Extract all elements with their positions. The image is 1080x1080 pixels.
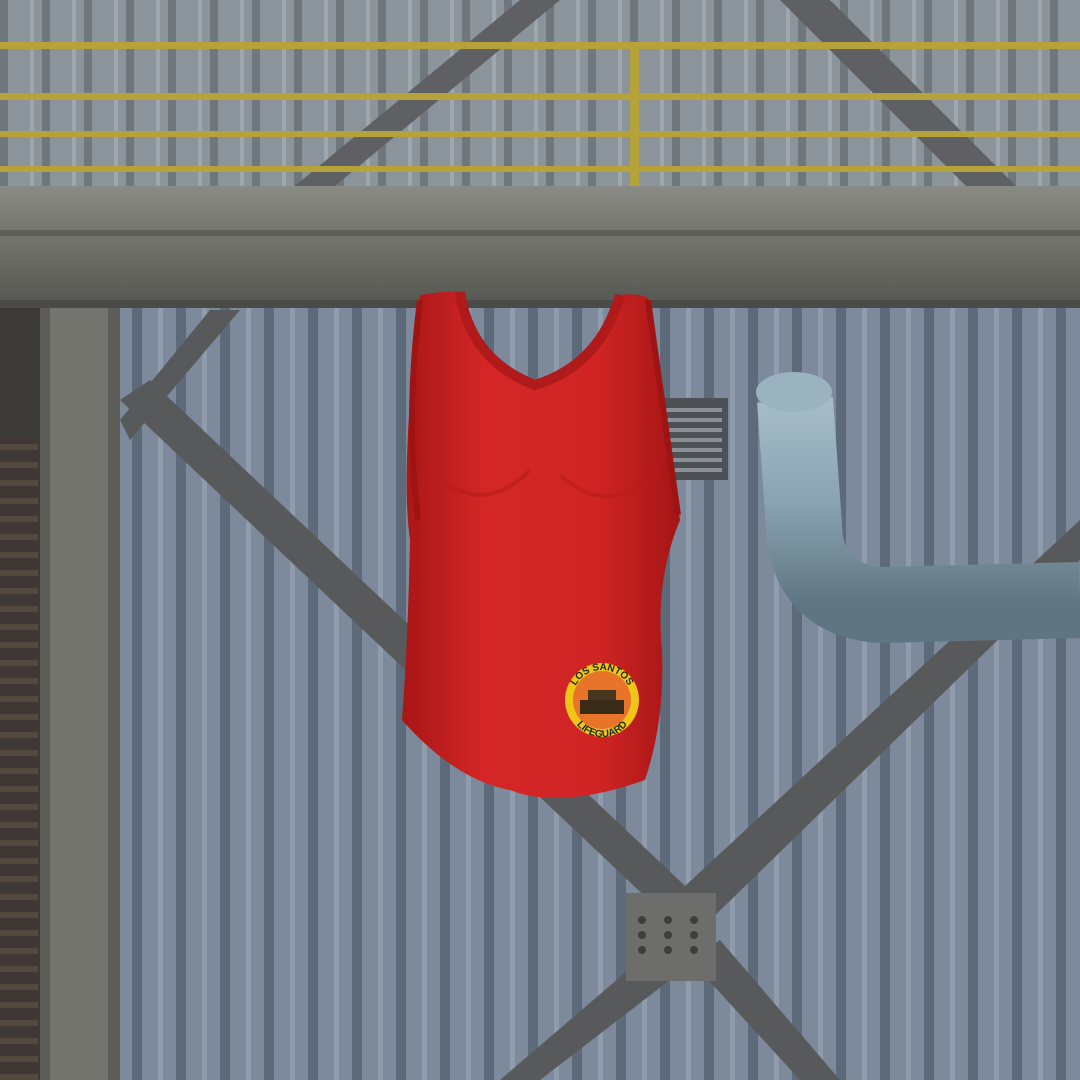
lifeguard-badge: LOS SANTOS LIFEGUARD [565,662,639,740]
tank-top-body [402,291,680,798]
tank-top: LOS SANTOS LIFEGUARD [402,291,681,798]
lifeguard-tower-icon [580,700,624,714]
game-scene: LOS SANTOS LIFEGUARD [0,0,1080,1080]
